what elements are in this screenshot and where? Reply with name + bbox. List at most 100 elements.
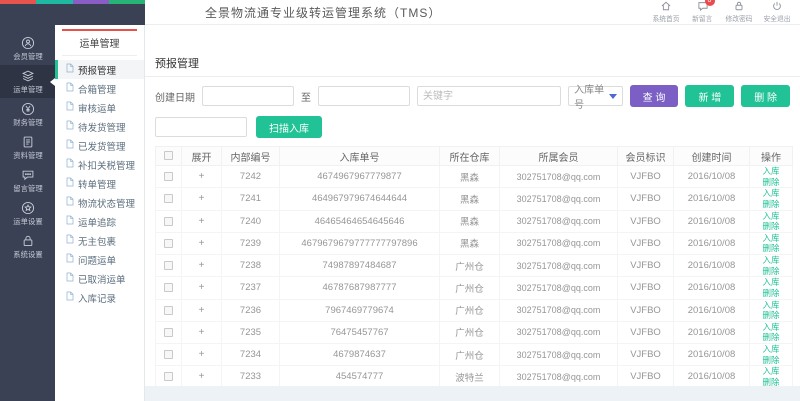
row-checkbox[interactable] xyxy=(164,283,173,292)
add-button[interactable]: 新 增 xyxy=(685,85,734,107)
search-type-value: 入库单号 xyxy=(574,81,609,111)
row-checkbox[interactable] xyxy=(164,372,173,381)
row-checkbox[interactable] xyxy=(164,172,173,181)
expand-toggle[interactable]: + xyxy=(199,305,205,316)
select-all-checkbox[interactable] xyxy=(164,151,173,160)
date-from-input[interactable] xyxy=(202,86,294,106)
sidebar-item-finance[interactable]: 财务管理 xyxy=(0,98,55,131)
submenu-item-shipped[interactable]: 已发货管理 xyxy=(55,136,144,155)
cell-created-time: 2016/10/08 xyxy=(674,344,750,366)
submenu-item-unclaimed[interactable]: 无主包裹 xyxy=(55,231,144,250)
scan-inbound-button[interactable]: 扫描入库 xyxy=(256,116,322,138)
inbound-link[interactable]: 入库 xyxy=(750,300,792,311)
to-label: 至 xyxy=(301,89,311,104)
delete-link[interactable]: 删除 xyxy=(750,288,792,299)
cell-inbound-no: 74987897484687 xyxy=(280,255,440,277)
row-actions-cell: 入库删除 xyxy=(750,210,793,232)
submenu-item-transfer[interactable]: 转单管理 xyxy=(55,174,144,193)
inbound-link[interactable]: 入库 xyxy=(750,166,792,177)
delete-link[interactable]: 删除 xyxy=(750,177,792,188)
submenu-item-label: 入库记录 xyxy=(78,291,116,305)
brand-stripe-teal xyxy=(36,0,72,4)
header-action-label: 安全退出 xyxy=(764,14,791,24)
header-action-messages[interactable]: 0新留言 xyxy=(689,0,716,24)
expand-toggle[interactable]: + xyxy=(199,260,205,271)
sidebar-item-waybills[interactable]: 运单管理 xyxy=(0,65,55,98)
cell-inbound-no: 76475457767 xyxy=(280,321,440,343)
submenu-item-tariff[interactable]: 补扣关税管理 xyxy=(55,155,144,174)
inbound-link[interactable]: 入库 xyxy=(750,344,792,355)
header-action-password[interactable]: 修改密码 xyxy=(724,0,754,24)
submenu-item-logistics-state[interactable]: 物流状态管理 xyxy=(55,193,144,212)
row-actions-cell: 入库删除 xyxy=(750,277,793,299)
search-type-select[interactable]: 入库单号 xyxy=(568,86,623,106)
inbound-link[interactable]: 入库 xyxy=(750,211,792,222)
bottom-strip xyxy=(145,386,800,401)
submenu-item-cancelled[interactable]: 已取消运单 xyxy=(55,269,144,288)
tab-waybill-management[interactable]: 运单管理 xyxy=(62,29,137,56)
delete-button[interactable]: 删 除 xyxy=(741,85,790,107)
row-checkbox[interactable] xyxy=(164,350,173,359)
submenu-item-combine[interactable]: 合箱管理 xyxy=(55,79,144,98)
expand-toggle[interactable]: + xyxy=(199,216,205,227)
submenu-item-label: 无主包裹 xyxy=(78,234,116,248)
row-checkbox[interactable] xyxy=(164,306,173,315)
submenu-item-audit[interactable]: 审核运单 xyxy=(55,98,144,117)
expand-toggle[interactable]: + xyxy=(199,371,205,382)
header-action-logout[interactable]: 安全退出 xyxy=(762,0,792,24)
expand-toggle[interactable]: + xyxy=(199,349,205,360)
create-date-label: 创建日期 xyxy=(155,89,195,104)
search-button[interactable]: 查 询 xyxy=(630,85,679,107)
inbound-link[interactable]: 入库 xyxy=(750,188,792,199)
delete-link[interactable]: 删除 xyxy=(750,355,792,366)
sidebar-item-system-settings[interactable]: 系统设置 xyxy=(0,230,55,263)
delete-link[interactable]: 删除 xyxy=(750,199,792,210)
cell-inbound-no: 4674967967779877 xyxy=(280,166,440,188)
sidebar-item-data[interactable]: 资料管理 xyxy=(0,131,55,164)
inbound-link[interactable]: 入库 xyxy=(750,277,792,288)
submenu-item-forecast[interactable]: 预报管理 xyxy=(55,60,144,79)
delete-link[interactable]: 删除 xyxy=(750,266,792,277)
submenu-item-inbound-records[interactable]: 入库记录 xyxy=(55,288,144,307)
scan-input[interactable] xyxy=(155,117,247,137)
sidebar-item-waybill-settings[interactable]: 运单设置 xyxy=(0,197,55,230)
row-checkbox[interactable] xyxy=(164,328,173,337)
date-to-input[interactable] xyxy=(318,86,410,106)
cell-member-tag: VJFBO xyxy=(618,299,674,321)
delete-link[interactable]: 删除 xyxy=(750,243,792,254)
submenu-item-tracking[interactable]: 运单追踪 xyxy=(55,212,144,231)
table-row: +723874987897484687广州仓302751708@qq.comVJ… xyxy=(156,255,793,277)
submenu-item-to-ship[interactable]: 待发货管理 xyxy=(55,117,144,136)
keyword-input[interactable] xyxy=(417,86,561,106)
delete-link[interactable]: 删除 xyxy=(750,377,792,386)
inbound-link[interactable]: 入库 xyxy=(750,233,792,244)
submenu-item-problem[interactable]: 问题运单 xyxy=(55,250,144,269)
expand-toggle[interactable]: + xyxy=(199,238,205,249)
page-icon xyxy=(66,234,74,247)
expand-toggle[interactable]: + xyxy=(199,282,205,293)
inbound-link[interactable]: 入库 xyxy=(750,322,792,333)
row-checkbox[interactable] xyxy=(164,194,173,203)
inbound-link[interactable]: 入库 xyxy=(750,255,792,266)
row-expand-cell: + xyxy=(182,299,222,321)
delete-link[interactable]: 删除 xyxy=(750,332,792,343)
delete-link[interactable]: 删除 xyxy=(750,221,792,232)
cell-internal-no: 7235 xyxy=(222,321,280,343)
cell-member: 302751708@qq.com xyxy=(500,255,618,277)
row-checkbox[interactable] xyxy=(164,239,173,248)
expand-toggle[interactable]: + xyxy=(199,193,205,204)
expand-toggle[interactable]: + xyxy=(199,171,205,182)
page-icon xyxy=(66,120,74,133)
inbound-link[interactable]: 入库 xyxy=(750,366,792,377)
cell-member-tag: VJFBO xyxy=(618,232,674,254)
header-action-home[interactable]: 系统首页 xyxy=(651,0,681,24)
sidebar-item-messages[interactable]: 留言管理 xyxy=(0,164,55,197)
row-checkbox[interactable] xyxy=(164,217,173,226)
delete-link[interactable]: 删除 xyxy=(750,310,792,321)
sidebar-item-members[interactable]: 会员管理 xyxy=(0,32,55,65)
member-circle-icon xyxy=(21,36,35,50)
expand-toggle[interactable]: + xyxy=(199,327,205,338)
row-checkbox[interactable] xyxy=(164,261,173,270)
star-circle-icon xyxy=(21,201,35,215)
row-checkbox-cell xyxy=(156,321,182,343)
